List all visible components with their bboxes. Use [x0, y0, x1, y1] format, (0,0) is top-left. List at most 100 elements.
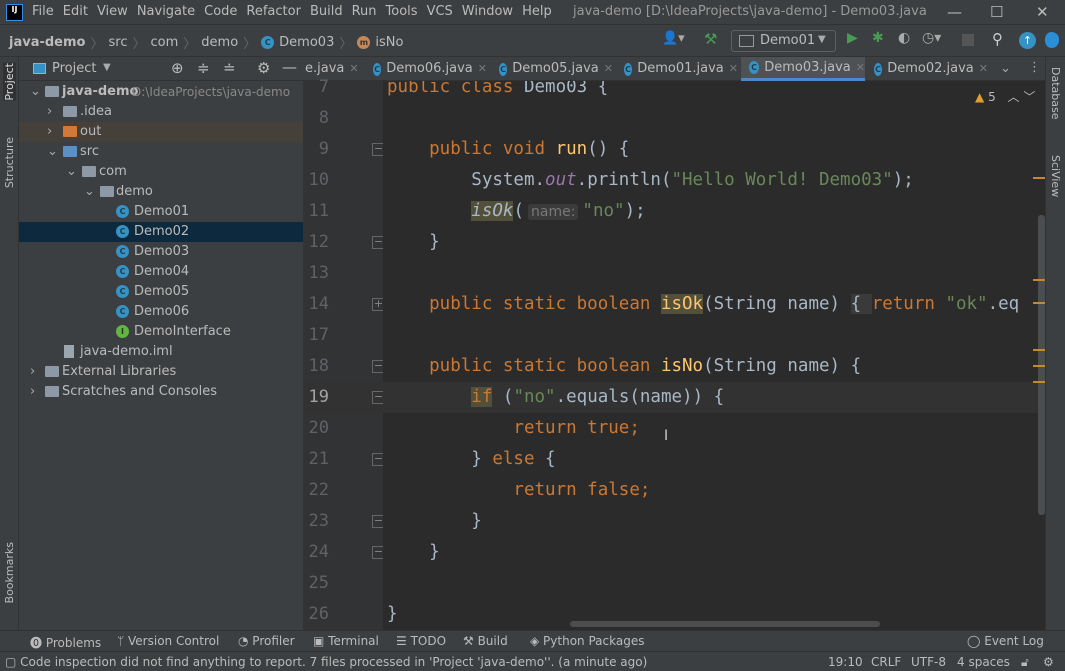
inspector-icon[interactable]: ⚙	[1043, 655, 1054, 669]
line-number[interactable]: 25	[303, 573, 329, 593]
project-tool-button[interactable]: Project	[3, 63, 16, 101]
editor-tab[interactable]: C Demo05.java ✕	[491, 57, 613, 81]
plugin-icon[interactable]	[1045, 32, 1059, 48]
run-icon[interactable]: ▶	[847, 30, 858, 46]
tree-item[interactable]: ⌄ com	[19, 162, 303, 182]
update-icon[interactable]: ↑	[1019, 32, 1036, 49]
tree-item[interactable]: I DemoInterface	[19, 322, 303, 342]
scroll-marker[interactable]	[1033, 381, 1045, 383]
terminal-button[interactable]: ▣ Terminal	[313, 634, 379, 648]
maximize-icon[interactable]: ☐	[990, 3, 1003, 21]
breadcrumb-class[interactable]: Demo03	[279, 35, 334, 50]
editor-gutter[interactable]: 7 8 9−10 11 12−13 14 +17 18−19−20 21−22 23−24−25 2…	[303, 77, 385, 630]
line-number[interactable]: 24	[303, 542, 329, 562]
scroll-marker[interactable]	[1033, 302, 1045, 304]
line-number[interactable]: 26	[303, 604, 329, 624]
line-number[interactable]: 8	[303, 108, 329, 128]
scroll-marker[interactable]	[1033, 365, 1045, 367]
gear-icon[interactable]: ⚙	[257, 59, 270, 77]
tree-item[interactable]: ⌄ demo	[19, 182, 303, 202]
close-tab-icon[interactable]: ✕	[979, 57, 988, 81]
profiler-button[interactable]: ◔ Profiler	[238, 634, 295, 648]
tree-item[interactable]: C Demo05	[19, 282, 303, 302]
close-tab-icon[interactable]: ✕	[856, 56, 865, 80]
debug-icon[interactable]: ✱	[872, 30, 884, 46]
database-tool-button[interactable]: Database	[1049, 67, 1062, 120]
line-number[interactable]: 14	[303, 294, 329, 314]
chevron-down-icon[interactable]: ▼	[103, 62, 111, 73]
editor-tab[interactable]: C Demo01.java ✕	[616, 57, 738, 81]
expand-arrow-icon[interactable]: ⌄	[30, 82, 41, 102]
horizontal-scrollbar[interactable]	[570, 621, 880, 627]
tree-item[interactable]: C Demo04	[19, 262, 303, 282]
locate-icon[interactable]: ⊕	[171, 59, 184, 77]
inspection-widget[interactable]: ▲ 5 ︿ ﹀	[975, 88, 1035, 105]
line-number[interactable]: 22	[303, 480, 329, 500]
tree-item[interactable]: › Scratches and Consoles	[19, 382, 303, 402]
breadcrumb-src[interactable]: src	[109, 35, 128, 50]
hide-icon[interactable]: —	[282, 58, 297, 76]
user-icon[interactable]: 👤▾	[662, 31, 685, 46]
tree-item[interactable]: C Demo06	[19, 302, 303, 322]
file-encoding[interactable]: UTF-8	[911, 655, 946, 669]
expand-arrow-icon[interactable]: ›	[30, 382, 35, 402]
tree-item[interactable]: › out	[19, 122, 303, 142]
tree-item[interactable]: ⌄ src	[19, 142, 303, 162]
editor-tab[interactable]: C Demo02.java ✕	[866, 57, 988, 81]
sciview-tool-button[interactable]: SciView	[1049, 155, 1062, 197]
expand-arrow-icon[interactable]: ⌄	[66, 162, 77, 182]
lock-icon[interactable]: 🔓︎	[1021, 655, 1029, 670]
expand-arrow-icon[interactable]: ⌄	[47, 142, 58, 162]
tree-item[interactable]: C Demo01	[19, 202, 303, 222]
menu-build[interactable]: Build	[310, 4, 343, 19]
menu-view[interactable]: View	[97, 4, 128, 19]
code-editor[interactable]: ▲ 5 ︿ ﹀ public class Demo03 { public voi…	[383, 81, 1045, 630]
close-tab-icon[interactable]: ✕	[478, 57, 487, 81]
todo-button[interactable]: ☰ TODO	[396, 634, 446, 648]
menu-tools[interactable]: Tools	[386, 4, 418, 19]
expand-arrow-icon[interactable]: ⌄	[84, 182, 95, 202]
line-separator[interactable]: CRLF	[871, 655, 901, 669]
event-log-button[interactable]: ◯ Event Log	[967, 634, 1044, 648]
line-number[interactable]: 20	[303, 418, 329, 438]
close-tab-icon[interactable]: ✕	[349, 57, 358, 81]
tree-item[interactable]: C Demo02	[19, 222, 303, 242]
editor-tab[interactable]: C Demo06.java ✕	[365, 57, 487, 81]
collapse-all-icon[interactable]: ≐	[223, 59, 236, 77]
stop-icon[interactable]	[962, 34, 974, 46]
tree-item[interactable]: › External Libraries	[19, 362, 303, 382]
menu-window[interactable]: Window	[462, 4, 513, 19]
line-number[interactable]: 21	[303, 449, 329, 469]
expand-arrow-icon[interactable]: ›	[47, 122, 52, 142]
run-configuration-select[interactable]: Demo01 ▼	[731, 30, 836, 52]
problems-button[interactable]: ⓿ Problems	[30, 634, 101, 651]
tree-item[interactable]: › .idea	[19, 102, 303, 122]
build-hammer-icon[interactable]: ⚒	[704, 30, 717, 48]
menu-refactor[interactable]: Refactor	[246, 4, 301, 19]
breadcrumb-method[interactable]: isNo	[375, 35, 403, 50]
line-number[interactable]: 17	[303, 325, 329, 345]
menu-file[interactable]: File	[32, 4, 54, 19]
status-message[interactable]: ▢ Code inspection did not find anything …	[5, 655, 647, 669]
line-number[interactable]: 11	[303, 201, 329, 221]
line-number[interactable]: 10	[303, 170, 329, 190]
line-number[interactable]: 23	[303, 511, 329, 531]
build-button[interactable]: ⚒ Build	[463, 634, 508, 648]
line-number[interactable]: 9	[303, 139, 329, 159]
menu-navigate[interactable]: Navigate	[137, 4, 195, 19]
indent-setting[interactable]: 4 spaces	[957, 655, 1010, 669]
close-tab-icon[interactable]: ✕	[729, 57, 738, 81]
menu-run[interactable]: Run	[352, 4, 377, 19]
next-warning-icon[interactable]: ﹀	[1023, 90, 1035, 104]
scroll-marker[interactable]	[1033, 177, 1045, 179]
breadcrumb-com[interactable]: com	[151, 35, 179, 50]
profiler-icon[interactable]: ◷▾	[922, 30, 941, 46]
structure-tool-button[interactable]: Structure	[3, 137, 16, 188]
expand-arrow-icon[interactable]: ›	[47, 102, 52, 122]
caret-position[interactable]: 19:10	[828, 655, 863, 669]
tree-item[interactable]: C Demo03	[19, 242, 303, 262]
tree-item[interactable]: java-demo.iml	[19, 342, 303, 362]
line-number[interactable]: 19	[303, 387, 329, 407]
expand-arrow-icon[interactable]: ›	[30, 362, 35, 382]
breadcrumb-demo[interactable]: demo	[201, 35, 238, 50]
